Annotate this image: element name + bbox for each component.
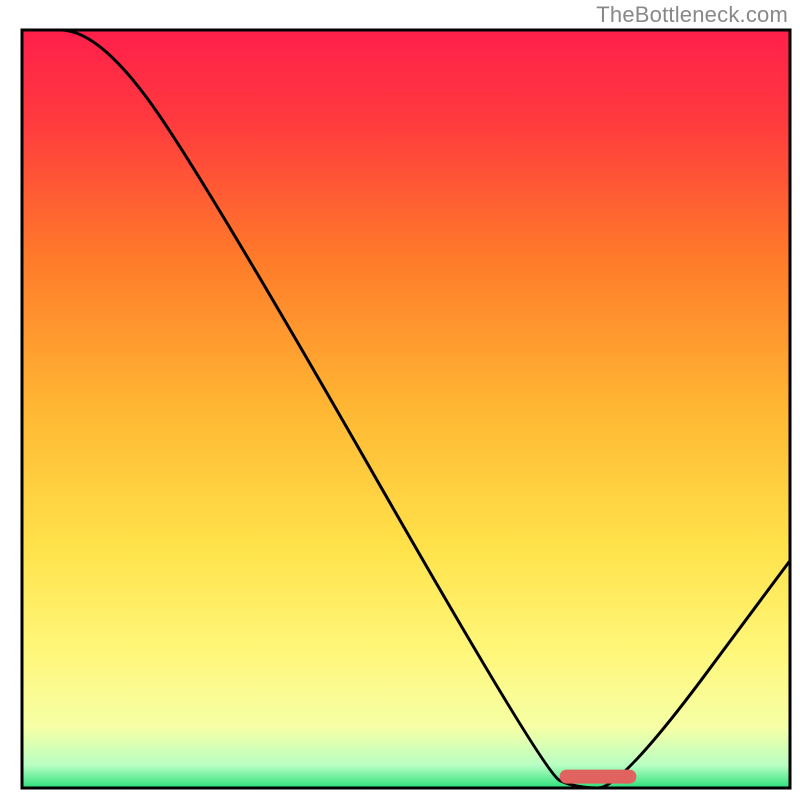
bottleneck-chart <box>0 0 800 800</box>
chart-frame: TheBottleneck.com <box>0 0 800 800</box>
optimum-marker <box>560 770 637 784</box>
gradient-background <box>22 30 790 788</box>
